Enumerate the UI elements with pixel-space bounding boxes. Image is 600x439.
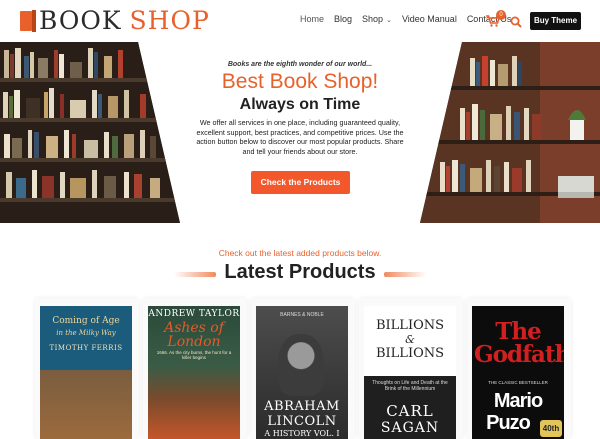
book-cover-image[interactable]: The Godfather THE CLASSIC BESTSELLER Mar… (472, 306, 564, 439)
logo-text-shop: SHOP (129, 6, 210, 35)
logo-text-book: BOOK (39, 6, 122, 35)
product-card[interactable]: ANDREW TAYLOR Ashes of London 1666. As th… (143, 298, 247, 439)
buy-theme-button[interactable]: Buy Theme (530, 12, 581, 30)
cover-author: TIMOTHY FERRIS (49, 344, 123, 352)
cover-label: THE CLASSIC BESTSELLER (488, 380, 548, 385)
hero-title: Best Book Shop! (221, 70, 379, 93)
nav-video-manual[interactable]: Video Manual (402, 14, 457, 24)
title-decoration-right (384, 272, 426, 277)
cover-subtitle: A HISTORY VOL. I (264, 429, 340, 438)
product-grid: Coming of Age in the Milky Way TIMOTHY F… (0, 298, 600, 439)
nav-blog[interactable]: Blog (334, 14, 352, 24)
search-icon[interactable] (510, 15, 522, 28)
cover-title-line2: LINCOLN (267, 414, 337, 429)
book-cover-image[interactable]: ANDREW TAYLOR Ashes of London 1666. As th… (148, 306, 240, 439)
cover-title: Coming of Age (52, 316, 120, 326)
chevron-down-icon: ⌄ (386, 17, 392, 24)
anniversary-badge: 40th (540, 420, 562, 437)
cover-series: BARNES & NOBLE (280, 312, 324, 318)
cover-title: Ashes of London (164, 320, 224, 350)
cover-author-last: SAGAN (380, 420, 440, 436)
book-cover-image[interactable]: Coming of Age in the Milky Way TIMOTHY F… (40, 306, 132, 439)
bookshelf-image-left (0, 42, 180, 223)
portrait-illustration (278, 334, 324, 396)
cover-title: The Godfather (474, 318, 564, 368)
site-logo[interactable]: BOOK SHOP (20, 8, 210, 34)
book-icon (20, 10, 36, 32)
book-cover-image[interactable]: BARNES & NOBLE ABRAHAM LINCOLN A HISTORY… (256, 306, 348, 439)
cart-count-badge: 0 (496, 10, 506, 20)
site-header: BOOK SHOP Home Blog Shop ⌄ Video Manual C… (0, 0, 600, 42)
product-card[interactable]: The Godfather THE CLASSIC BESTSELLER Mar… (467, 298, 571, 439)
hero-subtitle: Always on Time (239, 96, 361, 113)
cover-blurb: 1666. As the city burns, the hunt for a … (156, 350, 232, 360)
product-card[interactable]: BILLIONS & BILLIONS Thoughts on Life and… (359, 298, 463, 439)
check-products-button[interactable]: Check the Products (251, 171, 350, 194)
nav-shop-label: Shop (362, 14, 384, 24)
hero-description: We offer all services in one place, incl… (196, 118, 404, 156)
product-card[interactable]: BARNES & NOBLE ABRAHAM LINCOLN A HISTORY… (251, 298, 355, 439)
cover-author: ANDREW TAYLOR (148, 309, 240, 319)
cover-author-first: CARL (386, 402, 434, 420)
cover-author-last: Puzo (486, 412, 531, 434)
nav-shop[interactable]: Shop ⌄ (362, 14, 392, 24)
cover-subtitle: in the Milky Way (56, 329, 116, 337)
latest-products-heading: Latest Products (224, 261, 376, 283)
hero-content: Books are the eighth wonder of our world… (180, 42, 420, 223)
latest-intro-text: Check out the latest added products belo… (218, 248, 382, 258)
hero-tagline: Books are the eighth wonder of our world… (227, 61, 373, 68)
cover-author-first: Mario (493, 390, 543, 412)
bookshelf-image-right (420, 42, 600, 223)
cover-title: ABRAHAM (264, 399, 340, 414)
book-cover-image[interactable]: BILLIONS & BILLIONS Thoughts on Life and… (364, 306, 456, 439)
cover-blurb: Thoughts on Life and Death at the Brink … (372, 380, 448, 392)
cover-ampersand: & (405, 333, 415, 346)
cover-title: BILLIONS (375, 318, 445, 333)
hero-section: Books are the eighth wonder of our world… (0, 42, 600, 223)
product-card[interactable]: Coming of Age in the Milky Way TIMOTHY F… (35, 298, 139, 439)
cover-title-line2: BILLIONS (375, 346, 445, 361)
nav-home[interactable]: Home (300, 14, 324, 24)
